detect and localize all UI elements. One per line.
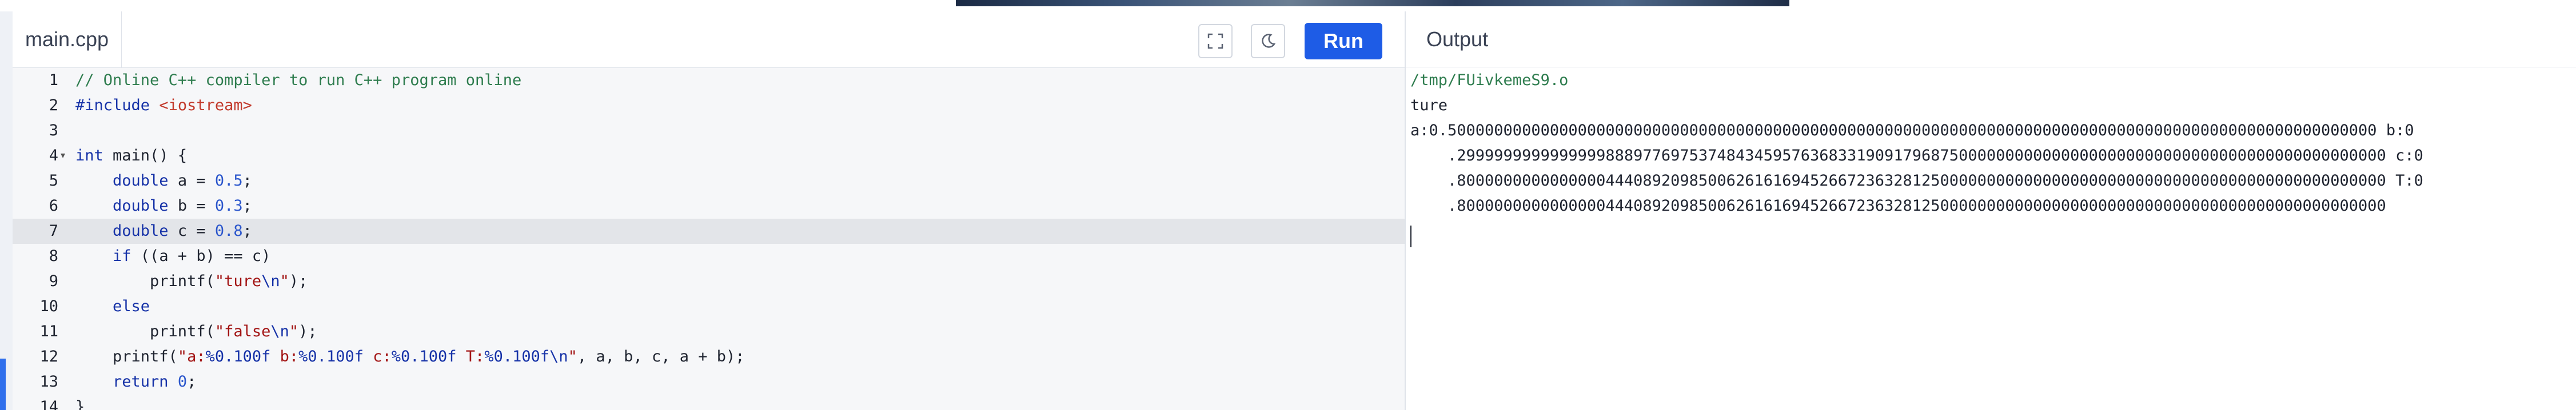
- output-title: Output: [1426, 27, 1489, 51]
- code-line: 9 printf("ture\n");: [13, 269, 1405, 294]
- output-panel: Output /tmp/FUivkemeS9.o ture a:0.500000…: [1406, 11, 2576, 410]
- line-number: 4: [49, 147, 58, 164]
- banner-ad-image[interactable]: [956, 0, 1789, 6]
- top-banner: [0, 0, 2576, 11]
- run-button[interactable]: Run: [1305, 23, 1382, 59]
- code-text: printf("a:%0.100f b:%0.100f c:%0.100f T:…: [75, 348, 745, 365]
- code-line: 5 double a = 0.5;: [13, 168, 1405, 194]
- code-line: 13 return 0;: [13, 369, 1405, 395]
- line-number: 3: [49, 122, 58, 139]
- text-cursor: [1410, 226, 1411, 247]
- line-number: 10: [39, 298, 58, 315]
- code-text: double b = 0.3;: [113, 197, 252, 215]
- code-text: }: [75, 398, 85, 410]
- code-line: 12 printf("a:%0.100f b:%0.100f c:%0.100f…: [13, 344, 1405, 369]
- line-number: 7: [49, 222, 58, 240]
- line-number: 6: [49, 197, 58, 215]
- code-line: 11 printf("false\n");: [13, 319, 1405, 344]
- code-line: 10 else: [13, 294, 1405, 319]
- tab-main-cpp[interactable]: main.cpp: [13, 11, 122, 67]
- line-number: 13: [39, 373, 58, 391]
- theme-toggle-button[interactable]: [1251, 24, 1285, 58]
- code-text: else: [113, 298, 150, 315]
- sidebar-accent: [0, 359, 6, 410]
- line-number: 8: [49, 247, 58, 265]
- output-header: Output: [1406, 11, 2576, 67]
- fullscreen-icon: [1207, 33, 1223, 49]
- line-number: 1: [49, 71, 58, 89]
- code-text: printf("ture\n");: [75, 272, 308, 290]
- code-line-active: 7 double c = 0.8;: [13, 219, 1405, 244]
- fold-arrow-icon[interactable]: ▾: [61, 143, 65, 168]
- code-line: 1 // Online C++ compiler to run C++ prog…: [13, 68, 1405, 93]
- code-text: double a = 0.5;: [113, 172, 252, 190]
- code-editor[interactable]: 1 // Online C++ compiler to run C++ prog…: [13, 68, 1405, 410]
- code-text: double c = 0.8;: [113, 222, 252, 240]
- code-line: 6 double b = 0.3;: [13, 194, 1405, 219]
- code-text: return 0;: [113, 373, 197, 391]
- line-number: 2: [49, 97, 58, 114]
- output-line-path: /tmp/FUivkemeS9.o: [1410, 71, 1569, 89]
- fullscreen-button[interactable]: [1198, 24, 1233, 58]
- code-line: 2 #include <iostream>: [13, 93, 1405, 118]
- left-sidebar-strip: [0, 11, 13, 410]
- code-line: 4 ▾ int main() {: [13, 143, 1405, 168]
- code-line: 3: [13, 118, 1405, 143]
- output-line: .800000000000000044408920985006261616945…: [1410, 172, 2423, 190]
- line-number: 11: [39, 323, 58, 340]
- line-number: 9: [49, 272, 58, 290]
- code-text: int main() {: [75, 147, 188, 164]
- code-line: 8 if ((a + b) == c): [13, 244, 1405, 269]
- output-line: ture: [1410, 97, 1448, 114]
- line-number: 14: [39, 398, 58, 410]
- editor-header: main.cpp Run: [13, 11, 1405, 68]
- output-line: .299999999999999988897769753748434595763…: [1410, 147, 2423, 164]
- code-text: #include <iostream>: [75, 97, 252, 114]
- code-line: 14 }: [13, 395, 1405, 410]
- output-line: .800000000000000044408920985006261616945…: [1410, 197, 2386, 215]
- code-text: // Online C++ compiler to run C++ progra…: [75, 71, 522, 89]
- editor-panel: main.cpp Run 1 // Online C++ compiler to…: [13, 11, 1405, 410]
- code-text: if ((a + b) == c): [113, 247, 271, 265]
- line-number: 12: [39, 348, 58, 365]
- code-text: printf("false\n");: [75, 323, 317, 340]
- line-number: 5: [49, 172, 58, 190]
- moon-icon: [1262, 34, 1276, 48]
- output-line: a:0.500000000000000000000000000000000000…: [1410, 122, 2414, 139]
